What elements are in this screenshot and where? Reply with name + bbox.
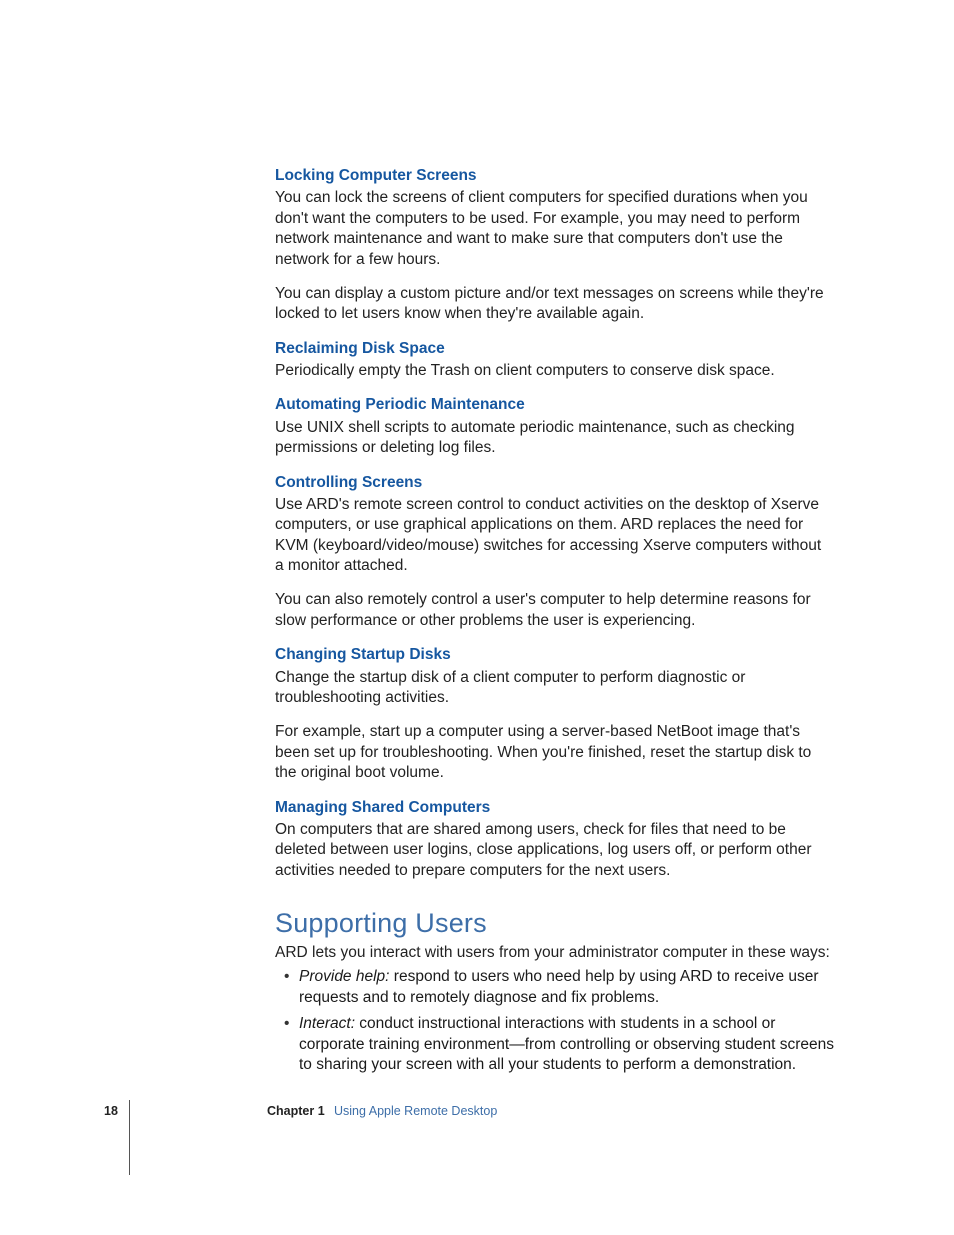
body-paragraph: Use ARD's remote screen control to condu…	[275, 495, 834, 577]
body-paragraph: Change the startup disk of a client comp…	[275, 668, 834, 709]
bullet-text: conduct instructional interactions with …	[299, 1015, 834, 1073]
section-reclaiming-disk-space: Reclaiming Disk Space Periodically empty…	[275, 339, 834, 382]
subheading: Locking Computer Screens	[275, 166, 834, 186]
subheading: Controlling Screens	[275, 473, 834, 493]
list-item: Provide help: respond to users who need …	[287, 967, 834, 1008]
section-locking-computer-screens: Locking Computer Screens You can lock th…	[275, 166, 834, 325]
body-paragraph: Periodically empty the Trash on client c…	[275, 361, 834, 381]
section-automating-periodic-maintenance: Automating Periodic Maintenance Use UNIX…	[275, 395, 834, 458]
subheading: Managing Shared Computers	[275, 798, 834, 818]
body-paragraph: For example, start up a computer using a…	[275, 722, 834, 783]
section-controlling-screens: Controlling Screens Use ARD's remote scr…	[275, 473, 834, 632]
footer-divider	[129, 1100, 130, 1175]
chapter-title: Using Apple Remote Desktop	[334, 1104, 497, 1118]
body-paragraph: Use UNIX shell scripts to automate perio…	[275, 418, 834, 459]
bullet-list: Provide help: respond to users who need …	[275, 967, 834, 1075]
body-paragraph: On computers that are shared among users…	[275, 820, 834, 881]
subheading: Reclaiming Disk Space	[275, 339, 834, 359]
bullet-term: Interact:	[299, 1015, 355, 1032]
list-item: Interact: conduct instructional interact…	[287, 1014, 834, 1075]
body-paragraph: You can also remotely control a user's c…	[275, 590, 834, 631]
section-changing-startup-disks: Changing Startup Disks Change the startu…	[275, 645, 834, 783]
body-paragraph: You can lock the screens of client compu…	[275, 188, 834, 270]
bullet-term: Provide help:	[299, 968, 389, 985]
section-managing-shared-computers: Managing Shared Computers On computers t…	[275, 798, 834, 882]
subheading: Changing Startup Disks	[275, 645, 834, 665]
page-number: 18	[104, 1104, 118, 1118]
subheading: Automating Periodic Maintenance	[275, 395, 834, 415]
document-page: Locking Computer Screens You can lock th…	[0, 0, 954, 1235]
body-paragraph: You can display a custom picture and/or …	[275, 284, 834, 325]
body-paragraph: ARD lets you interact with users from yo…	[275, 943, 834, 963]
chapter-label: Chapter 1	[267, 1104, 325, 1118]
page-footer: 18 Chapter 1 Using Apple Remote Desktop	[104, 1104, 834, 1122]
section-title-supporting-users: Supporting Users	[275, 909, 834, 939]
